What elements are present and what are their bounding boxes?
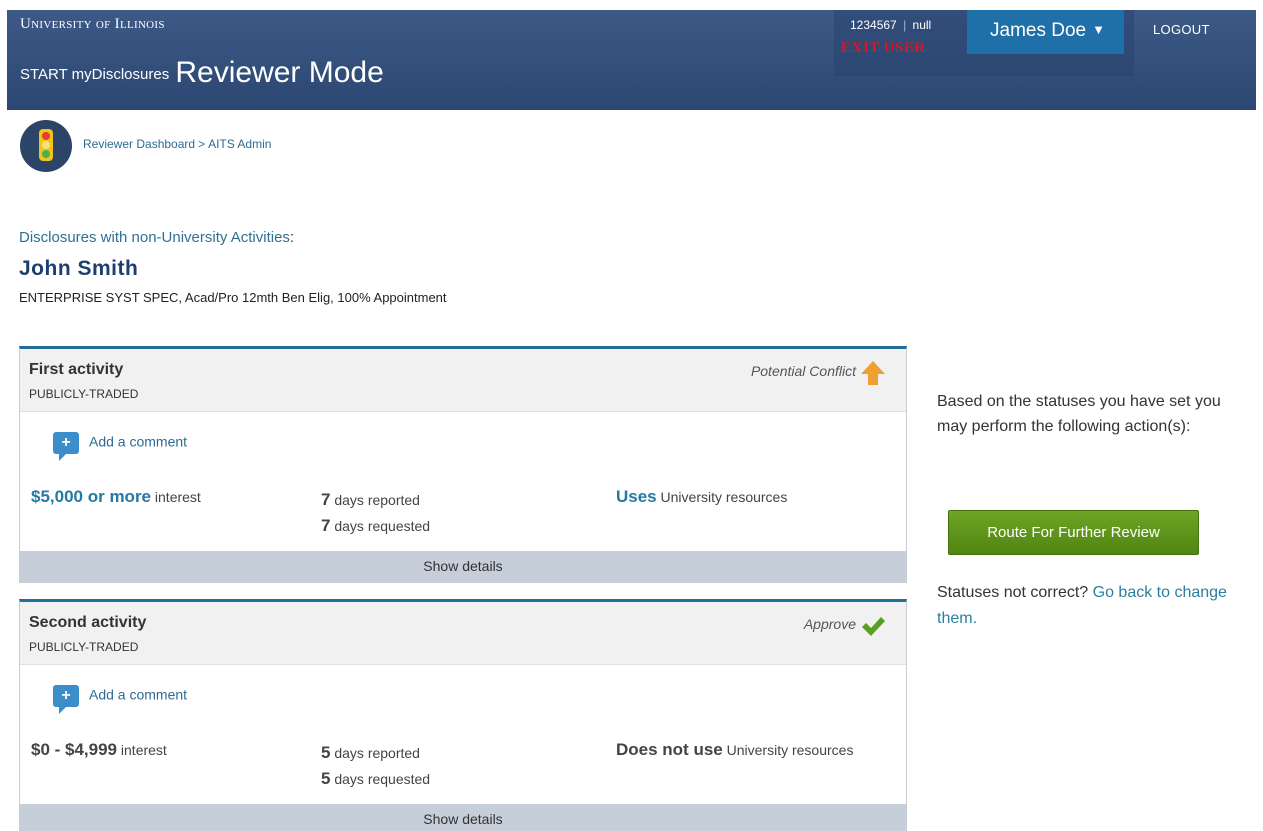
app-title-prefix: START myDisclosures bbox=[20, 66, 170, 83]
statuses-question: Statuses not correct? bbox=[937, 584, 1089, 601]
activity-type: PUBLICLY-TRADED bbox=[29, 640, 139, 654]
days-reported: 5 days reported bbox=[321, 743, 420, 762]
university-name: University of Illinois bbox=[20, 16, 165, 32]
top-header: University of Illinois START myDisclosur… bbox=[7, 10, 1256, 110]
activity-card-body: + Add a comment $0 - $4,999 interest 5 da… bbox=[20, 665, 906, 804]
breadcrumb: Reviewer Dashboard > AITS Admin bbox=[83, 137, 271, 151]
route-for-further-review-button[interactable]: Route For Further Review bbox=[948, 510, 1199, 555]
resources-value: Does not use bbox=[616, 740, 723, 759]
actions-info-text: Based on the statuses you have set you m… bbox=[937, 393, 1221, 435]
comment-plus-icon: + bbox=[53, 432, 79, 461]
resources-info: Uses University resources bbox=[616, 487, 787, 507]
resources-suffix: University resources bbox=[726, 742, 854, 758]
uin-separator: | bbox=[903, 18, 907, 32]
interest-info: $0 - $4,999 interest bbox=[31, 740, 167, 760]
logout-link[interactable]: LOGOUT bbox=[1153, 22, 1210, 37]
interest-suffix: interest bbox=[120, 742, 167, 758]
breadcrumb-current[interactable]: AITS Admin bbox=[208, 137, 271, 151]
comment-plus-icon: + bbox=[53, 685, 79, 714]
activity-title: Second activity bbox=[29, 614, 147, 631]
activity-type: PUBLICLY-TRADED bbox=[29, 387, 139, 401]
show-details-button[interactable]: Show details bbox=[20, 804, 906, 831]
days-reported: 7 days reported bbox=[321, 490, 420, 509]
interest-suffix: interest bbox=[154, 489, 201, 505]
show-details-button[interactable]: Show details bbox=[20, 551, 906, 582]
app-title: START myDisclosures Reviewer Mode bbox=[20, 56, 384, 90]
days-info: 7 days reported 7 days requested bbox=[321, 487, 430, 539]
uin-number: 1234567 bbox=[850, 18, 897, 32]
section-label-colon: : bbox=[289, 229, 295, 246]
activity-card: Second activity PUBLICLY-TRADED Approve … bbox=[19, 599, 907, 831]
person-name: John Smith bbox=[19, 257, 139, 280]
resources-suffix: University resources bbox=[660, 489, 788, 505]
activity-card-header: Second activity PUBLICLY-TRADED Approve bbox=[20, 602, 906, 665]
caret-down-icon: ▼ bbox=[1092, 22, 1105, 37]
interest-value: $5,000 or more bbox=[31, 487, 152, 506]
activity-title: First activity bbox=[29, 361, 124, 378]
section-label: Disclosures with non-University Activiti… bbox=[19, 229, 294, 246]
section-label-text: Disclosures with non-University Activiti… bbox=[19, 229, 290, 246]
arrow-up-icon bbox=[861, 361, 885, 385]
activity-card-body: + Add a comment $5,000 or more interest 7… bbox=[20, 412, 906, 551]
interest-value: $0 - $4,999 bbox=[31, 740, 118, 759]
traffic-light-icon bbox=[20, 120, 72, 172]
activity-card-header: First activity PUBLICLY-TRADED Potential… bbox=[20, 349, 906, 412]
interest-info: $5,000 or more interest bbox=[31, 487, 201, 507]
resources-value: Uses bbox=[616, 487, 657, 506]
breadcrumb-separator: > bbox=[198, 137, 206, 151]
days-requested: 7 days requested bbox=[321, 516, 431, 535]
add-comment-button[interactable]: + Add a comment bbox=[53, 685, 188, 714]
app-mode-title: Reviewer Mode bbox=[175, 56, 384, 89]
breadcrumb-dashboard-link[interactable]: Reviewer Dashboard bbox=[83, 137, 195, 151]
days-info: 5 days reported 5 days requested bbox=[321, 740, 430, 792]
checkmark-icon bbox=[862, 617, 885, 636]
activity-status: Potential Conflict bbox=[750, 363, 856, 379]
resources-info: Does not use University resources bbox=[616, 740, 853, 760]
uin-display: 1234567 | null bbox=[850, 18, 931, 32]
add-comment-button[interactable]: + Add a comment bbox=[53, 432, 188, 461]
person-title: ENTERPRISE SYST SPEC, Acad/Pro 12mth Ben… bbox=[19, 290, 447, 305]
uin-suffix: null bbox=[912, 18, 932, 32]
user-menu-button[interactable]: James Doe ▼ bbox=[967, 10, 1124, 54]
statuses-note: Statuses not correct? Go back to change … bbox=[937, 580, 1227, 632]
days-requested: 5 days requested bbox=[321, 769, 431, 788]
user-name: James Doe bbox=[990, 20, 1087, 41]
exit-user-link[interactable]: EXIT USER bbox=[841, 40, 926, 57]
add-comment-label: Add a comment bbox=[89, 686, 188, 703]
add-comment-label: Add a comment bbox=[89, 433, 188, 450]
activity-card: First activity PUBLICLY-TRADED Potential… bbox=[19, 346, 907, 583]
activity-status: Approve bbox=[803, 616, 856, 632]
